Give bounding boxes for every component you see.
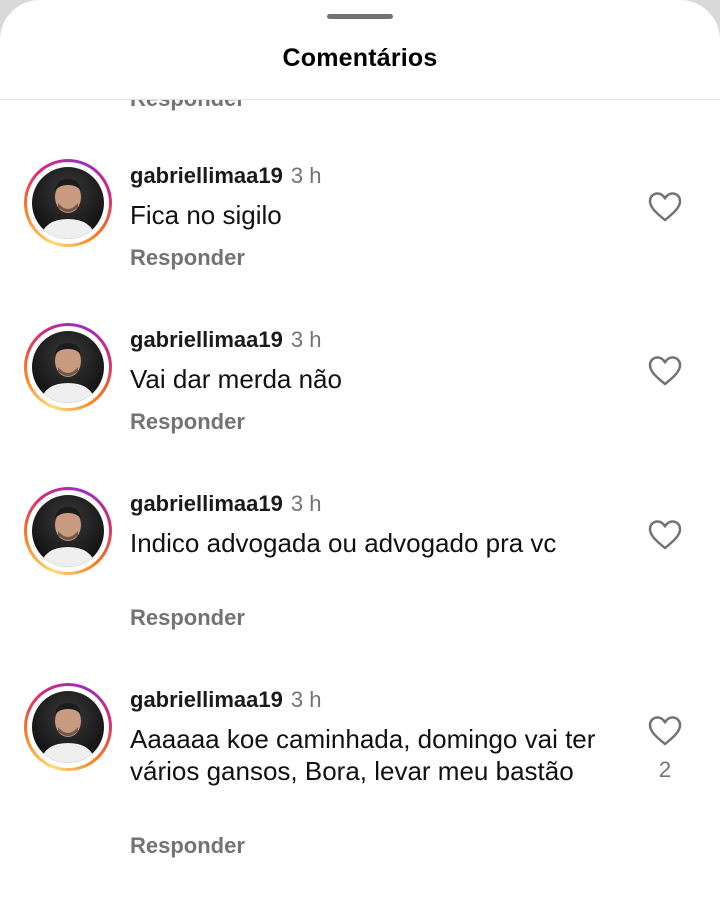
cut-off-reply-button[interactable]: Responder bbox=[130, 100, 245, 112]
comment-time: 3 h bbox=[290, 491, 322, 516]
comments-sheet: Comentários Responder gabrielli bbox=[0, 0, 720, 900]
drag-handle[interactable] bbox=[327, 14, 393, 19]
comment-text: Aaaaaa koe caminhada, domingo vai ter vá… bbox=[130, 724, 596, 786]
heart-outline-icon[interactable] bbox=[648, 715, 682, 747]
heart-outline-icon[interactable] bbox=[648, 519, 682, 551]
reply-button[interactable]: Responder bbox=[130, 409, 245, 435]
comment-text: Vai dar merda não bbox=[130, 364, 342, 394]
reply-button[interactable]: Responder bbox=[130, 833, 245, 859]
like-count[interactable]: 2 bbox=[648, 757, 682, 783]
avatar-story-ring[interactable] bbox=[24, 487, 112, 575]
comment-time: 3 h bbox=[290, 163, 322, 188]
avatar-story-ring[interactable] bbox=[24, 683, 112, 771]
avatar bbox=[32, 331, 104, 403]
avatar-story-ring[interactable] bbox=[24, 323, 112, 411]
avatar bbox=[32, 167, 104, 239]
comment-time: 3 h bbox=[290, 687, 322, 712]
reply-button[interactable]: Responder bbox=[130, 605, 245, 631]
comment-time: 3 h bbox=[290, 327, 322, 352]
comment-username[interactable]: gabriellimaa19 3 h bbox=[130, 491, 321, 517]
avatar-story-ring[interactable] bbox=[24, 159, 112, 247]
comments-list[interactable]: Responder gabriellimaa193 h Fica no s bbox=[0, 100, 720, 900]
sheet-title: Comentários bbox=[282, 44, 438, 72]
heart-outline-icon[interactable] bbox=[648, 191, 682, 223]
comment-username[interactable]: gabriellimaa19 3 h bbox=[130, 687, 321, 713]
comment-text: Indico advogada ou advogado pra vc bbox=[130, 528, 557, 558]
reply-button[interactable]: Responder bbox=[130, 245, 245, 271]
heart-outline-icon[interactable] bbox=[648, 355, 682, 387]
avatar bbox=[32, 495, 104, 567]
avatar bbox=[32, 691, 104, 763]
comment-text: Fica no sigilo bbox=[130, 200, 282, 230]
comment-username[interactable]: gabriellimaa19 3 h bbox=[130, 327, 321, 353]
comment-username[interactable]: gabriellimaa19 3 h bbox=[130, 163, 321, 189]
